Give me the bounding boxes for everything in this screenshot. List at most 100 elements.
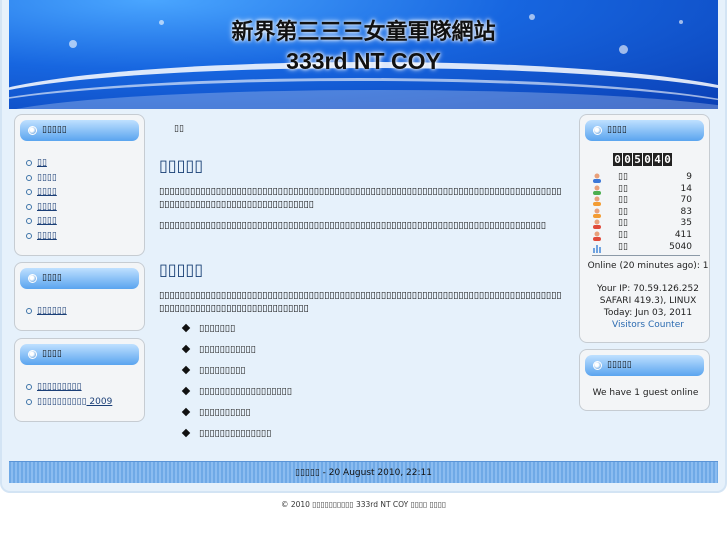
menu-item[interactable]: ▯▯▯▯ [25,229,57,244]
user-red-icon [593,231,601,241]
stat-row: ▯▯ 411 [592,230,692,242]
stat-row: ▯▯ 83 [592,207,692,219]
stat-row: ▯▯ 35 [592,218,692,230]
list-item: ▯▯▯▯▯▯▯▯▯▯▯▯▯▯ [181,423,292,444]
ring-bullet-icon [26,232,32,239]
today-text: Today: Jun 03, 2011 [603,308,693,318]
list-item-text: ▯▯▯▯▯▯▯▯▯▯▯▯▯▯ [199,428,272,439]
user-blue-icon [593,173,601,183]
counter-digits: 005040 [613,153,673,166]
article-title: ▯▯▯▯▯ [159,156,204,175]
list-item: ▯▯▯▯▯▯▯ [181,318,292,339]
ring-bullet-icon [26,398,32,405]
article-paragraph: ▯▯▯▯▯▯▯▯▯▯▯▯▯▯▯▯▯▯▯▯▯▯▯▯▯▯▯▯▯▯▯▯▯▯▯▯▯▯▯▯… [159,290,562,314]
news-module: ▯▯▯▯ ▯▯▯▯▯▯▯▯▯ ▯▯▯▯▯▯▯▯▯▯ 2009 [14,338,145,422]
menu-link[interactable]: ▯▯▯▯ [37,216,57,226]
menu-link[interactable]: ▯▯▯▯▯▯ [37,306,67,316]
list-item: ▯▯▯▯▯▯▯▯▯▯ [181,402,292,423]
list-item-text: ▯▯▯▯▯▯▯ [199,323,236,334]
stat-label: ▯▯ [618,206,628,217]
diamond-bullet-icon [181,344,191,354]
menu-link[interactable]: ▯▯▯▯▯▯▯▯▯ [37,382,82,392]
diamond-bullet-icon [181,365,191,375]
visitor-counter-module: ▯▯▯▯ 005040 ▯▯ 9 ▯▯ 14 ▯▯ 70 ▯▯ 83 ▯▯ 35… [579,114,710,343]
stat-value: 9 [686,172,692,182]
links-module: ▯▯▯▯ ▯▯▯▯▯▯ [14,262,145,331]
stat-value: 83 [680,206,692,217]
module-bullet-icon [28,126,37,135]
site-title: 新界第三三三女童軍隊網站 [231,20,496,45]
menu-item[interactable]: ▯▯▯▯ [25,185,57,200]
menu-item[interactable]: ▯▯▯▯ [25,214,57,229]
stat-label: ▯▯ [618,195,628,206]
module-bullet-icon [28,274,37,283]
article-title: ▯▯▯▯▯ [159,260,204,279]
diamond-bullet-icon [181,428,191,438]
counter-digit: 0 [643,153,652,166]
stat-value: 14 [680,183,692,194]
ip-text: Your IP: 70.59.126.252 [597,284,699,294]
ring-bullet-icon [26,218,32,225]
visitor-stats: ▯▯ 9 ▯▯ 14 ▯▯ 70 ▯▯ 83 ▯▯ 35 ▯▯ 411 ▯▯ 5… [592,172,692,253]
diamond-bullet-icon [181,323,191,333]
menu-item[interactable]: ▯▯▯▯ [25,200,57,215]
menu-link[interactable]: ▯▯ [37,158,47,168]
links-module-title: ▯▯▯▯ [42,273,62,283]
ring-bullet-icon [26,189,32,196]
menu-item[interactable]: ▯▯▯▯▯▯▯▯▯▯ 2009 [25,395,112,410]
news-module-title: ▯▯▯▯ [42,349,62,359]
list-item-text: ▯▯▯▯▯▯▯▯▯ [199,365,246,376]
stat-label: ▯▯ [618,218,628,229]
menu-link[interactable]: ▯▯▯▯ [37,173,57,183]
links-module-list: ▯▯▯▯▯▯ [25,304,67,319]
browser-text: SAFARI 419.3), LINUX [599,296,697,306]
stat-label: ▯▯ [618,172,628,182]
online-text: Online (20 minutes ago): 1 [587,261,709,271]
site-header: 新界第三三三女童軍隊網站 333rd NT COY [9,0,718,109]
stat-value: 5040 [669,241,692,252]
visitors-counter-link[interactable]: Visitors Counter [584,320,712,332]
menu-item[interactable]: ▯▯▯▯▯▯ [25,304,67,319]
menu-item[interactable]: ▯▯ [25,156,57,171]
news-module-list: ▯▯▯▯▯▯▯▯▯ ▯▯▯▯▯▯▯▯▯▯ 2009 [25,380,112,409]
list-item-text: ▯▯▯▯▯▯▯▯▯▯▯▯▯▯▯▯▯▯ [199,386,292,397]
stat-label: ▯▯ [618,241,628,252]
list-item: ▯▯▯▯▯▯▯▯▯ [181,360,292,381]
menu-link[interactable]: ▯▯▯▯▯▯▯▯▯▯ 2009 [37,397,112,407]
whos-online-module: ▯▯▯▯▯ We have 1 guest online [579,349,710,411]
counter-digit: 0 [623,153,632,166]
article-paragraph: ▯▯▯▯▯▯▯▯▯▯▯▯▯▯▯▯▯▯▯▯▯▯▯▯▯▯▯▯▯▯▯▯▯▯▯▯▯▯▯▯… [159,220,546,231]
menu-item[interactable]: ▯▯▯▯▯▯▯▯▯ [25,380,112,395]
counter-digit: 0 [613,153,622,166]
menu-link[interactable]: ▯▯▯▯ [37,187,57,197]
counter-digit: 5 [633,153,642,166]
list-item: ▯▯▯▯▯▯▯▯▯▯▯▯▯▯▯▯▯▯ [181,381,292,402]
whos-online-text: We have 1 guest online [592,388,699,398]
menu-link[interactable]: ▯▯▯▯ [37,202,57,212]
list-item-text: ▯▯▯▯▯▯▯▯▯▯ [199,407,251,418]
whos-online-title: ▯▯▯▯▯ [607,360,632,370]
stat-row: ▯▯ 9 [592,172,692,184]
main-menu-title: ▯▯▯▯▯ [42,125,67,135]
ring-bullet-icon [26,384,32,390]
module-bullet-icon [593,126,602,135]
list-item: ▯▯▯▯▯▯▯▯▯▯▯ [181,339,292,360]
menu-link[interactable]: ▯▯▯▯ [37,231,57,241]
copyright: © 2010 ▯▯▯▯▯▯▯▯▯▯ 333rd NT COY ▯▯▯▯ ▯▯▯▯ [280,500,447,509]
stat-row: ▯▯ 70 [592,195,692,207]
main-menu-module: ▯▯▯▯▯ ▯▯ ▯▯▯▯ ▯▯▯▯ ▯▯▯▯ ▯▯▯▯ ▯▯▯▯ [14,114,145,256]
stat-row: ▯▯ 5040 [592,242,692,254]
diamond-bullet-icon [181,407,191,417]
news-module-header: ▯▯▯▯ [20,344,139,365]
visitor-counter-title: ▯▯▯▯ [607,125,627,135]
breadcrumb: ▯▯ [174,124,184,134]
divider [592,255,700,256]
diamond-bullet-icon [181,386,191,396]
ring-bullet-icon [26,174,32,181]
stat-value: 411 [674,229,692,240]
main-menu-header: ▯▯▯▯▯ [20,120,139,141]
stat-label: ▯▯ [618,229,628,240]
menu-item[interactable]: ▯▯▯▯ [25,171,57,186]
user-orange-icon [593,196,601,207]
list-item-text: ▯▯▯▯▯▯▯▯▯▯▯ [199,344,256,355]
